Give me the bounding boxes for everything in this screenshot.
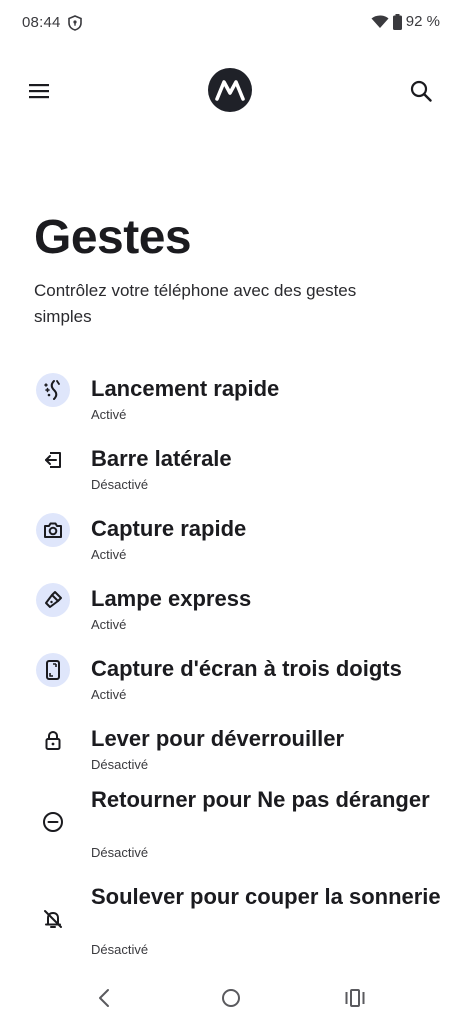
status-bar: 08:44 92 % (0, 0, 460, 46)
lock-icon (45, 730, 61, 750)
gesture-item-flip-for-dnd[interactable]: Retourner pour Ne pas déranger Désactivé (0, 787, 460, 878)
gesture-item-quick-launch[interactable]: Lancement rapide Activé (0, 370, 460, 430)
flashlight-icon (45, 591, 62, 608)
motorola-logo (208, 68, 252, 112)
gesture-item-sidebar[interactable]: Barre latérale Désactivé (0, 440, 460, 500)
page-subtitle: Contrôlez votre téléphone avec des geste… (34, 281, 357, 326)
three-finger-screenshot-icon (46, 660, 60, 680)
status-time: 08:44 (22, 14, 61, 31)
search-icon (410, 80, 432, 102)
gesture-icon-background (36, 805, 70, 839)
security-shield-icon (68, 15, 82, 31)
gesture-title: Lever pour déverrouiller (91, 726, 345, 751)
back-nav-icon[interactable] (96, 986, 112, 1010)
camera-icon (44, 522, 62, 538)
gesture-icon-background (36, 443, 70, 477)
gesture-item-lift-to-unlock[interactable]: Lever pour déverrouiller Désactivé (0, 720, 460, 780)
gesture-status: Désactivé (91, 845, 149, 860)
gesture-status: Désactivé (91, 757, 149, 772)
gesture-title: Capture rapide (91, 516, 247, 541)
gesture-icon-background (36, 723, 70, 757)
wifi-icon (371, 15, 389, 28)
recent-apps-nav-icon[interactable] (344, 988, 366, 1008)
battery-icon (392, 13, 402, 30)
gesture-title: Lampe express (91, 586, 252, 611)
gesture-icon-background (36, 373, 70, 407)
gesture-icon-background (36, 583, 70, 617)
system-nav-bar (0, 980, 460, 1023)
sidebar-icon (45, 452, 61, 468)
gesture-status: Activé (91, 617, 127, 632)
gesture-title: Soulever pour couper la sonnerie (91, 884, 441, 909)
gesture-status: Activé (91, 407, 127, 422)
hamburger-menu-icon (29, 84, 49, 99)
gesture-title: Lancement rapide (91, 376, 280, 401)
gesture-item-quick-capture[interactable]: Capture rapide Activé (0, 510, 460, 570)
gesture-title: Retourner pour Ne pas déranger (91, 787, 430, 812)
battery-percent: 92 % (405, 13, 440, 30)
gesture-title: Capture d'écran à trois doigts (91, 656, 402, 681)
gesture-status: Désactivé (91, 477, 149, 492)
do-not-disturb-icon (43, 812, 63, 832)
gesture-item-flashlight[interactable]: Lampe express Activé (0, 580, 460, 640)
gesture-status: Activé (91, 547, 127, 562)
home-nav-icon[interactable] (220, 987, 242, 1009)
bell-off-icon (44, 910, 62, 928)
gesture-status: Désactivé (91, 942, 149, 957)
page-title: Gestes (34, 211, 192, 264)
gesture-item-lift-to-silence[interactable]: Soulever pour couper la sonnerie Désacti… (0, 884, 460, 975)
motorola-logo-icon (215, 80, 245, 101)
search-button[interactable] (404, 74, 438, 108)
gesture-icon-background (36, 513, 70, 547)
gesture-status: Activé (91, 687, 127, 702)
status-right: 92 % (371, 13, 440, 30)
quick-launch-icon (44, 380, 60, 400)
gesture-icon-background (36, 902, 70, 936)
menu-button[interactable] (22, 76, 56, 106)
gesture-title: Barre latérale (91, 446, 232, 471)
gesture-item-three-finger-screenshot[interactable]: Capture d'écran à trois doigts Activé (0, 650, 460, 710)
app-bar (0, 62, 460, 118)
gesture-icon-background (36, 653, 70, 687)
